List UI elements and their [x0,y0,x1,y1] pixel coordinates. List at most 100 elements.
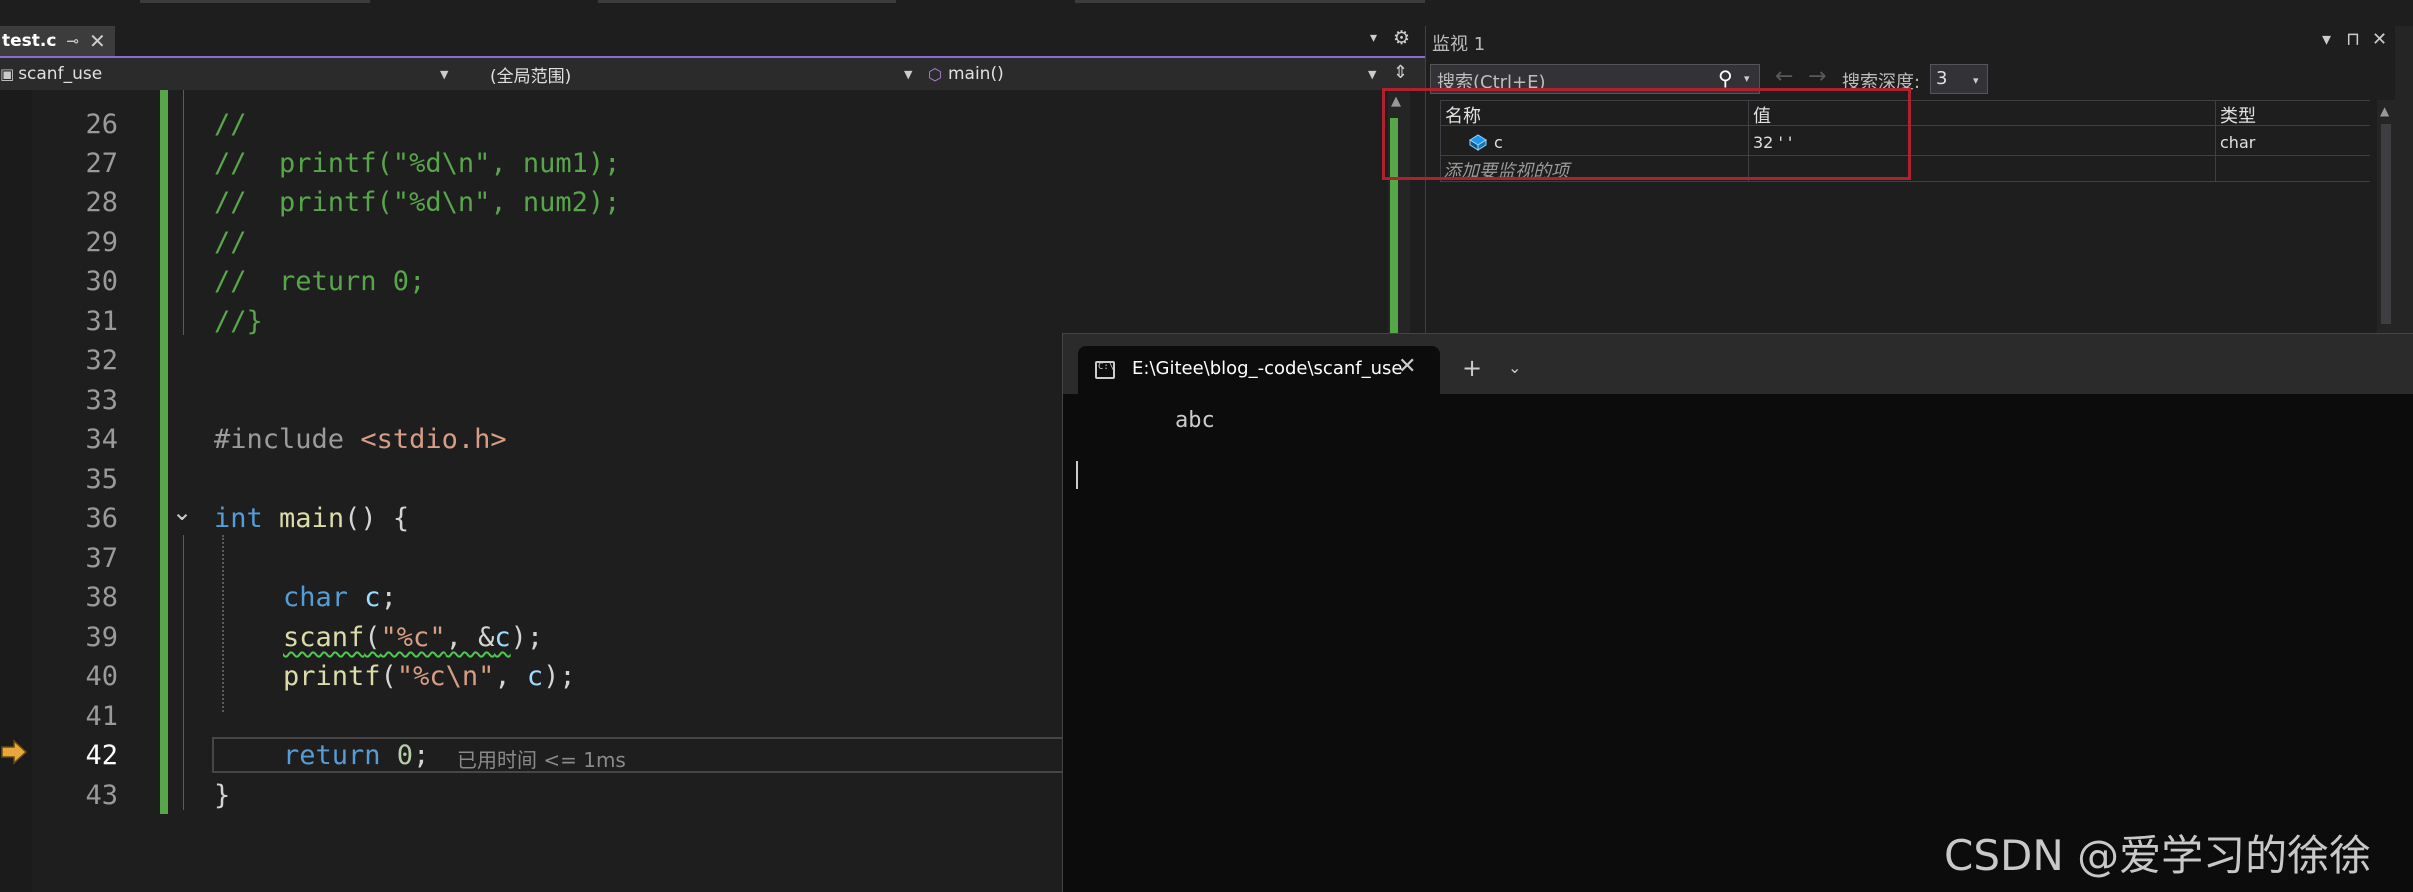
punctuation: ( [380,661,397,692]
gear-icon[interactable]: ⚙ [1393,27,1410,49]
strip-segment [1075,0,1425,3]
search-previous-icon[interactable]: ← [1775,64,1793,89]
line-number: 32 [85,345,118,376]
function-name-scanf: scanf [283,622,365,653]
column-header-type[interactable]: 类型 [2220,102,2256,128]
code-line-38: char c; [283,582,397,613]
terminal-output-line: abc [1175,408,1215,433]
line-number: 29 [85,227,118,258]
chevron-down-icon: ▼ [1368,67,1377,81]
code-line-29: // [214,227,247,258]
strip-segment [140,0,370,3]
scroll-up-icon[interactable]: ▲ [2380,104,2389,118]
chevron-down-icon: ▼ [440,67,449,81]
scrollbar-thumb[interactable] [2381,124,2391,324]
variable-c: c [526,661,544,692]
pin-icon[interactable]: ⊓ [2346,29,2360,50]
search-icon[interactable]: ⚲ [1718,66,1733,90]
preprocessor-directive: #include [214,424,361,455]
code-line-42: return 0; [283,740,429,771]
line-number: 37 [85,543,118,574]
code-line-39: scanf("%c", &c); [283,622,543,653]
line-number: 38 [85,582,118,613]
include-header: <stdio.h> [360,424,507,455]
pin-icon[interactable]: ⊸ [66,32,79,50]
line-number: 30 [85,266,118,297]
function-name-printf: printf [283,661,381,692]
change-tracking-bar [160,90,168,814]
execution-pointer-arrow-icon [1,739,28,765]
line-number: 27 [85,148,118,179]
number-literal: 0 [380,740,414,771]
chevron-down-icon: ▾ [1973,74,1979,87]
console-icon: C:\ [1095,361,1115,379]
line-number: 39 [85,622,118,653]
split-view-icon[interactable]: ⇕ [1393,62,1408,83]
keyword-char: char [283,582,349,613]
line-number: 41 [85,701,118,732]
code-line-31: //} [214,306,263,337]
close-icon[interactable]: ✕ [89,29,106,53]
string-literal: "%c" [380,622,446,653]
file-tab-label: test.c [2,31,57,51]
punctuation: ; [413,740,430,771]
grid-line [1440,181,2370,182]
punctuation: , & [445,622,495,653]
strip-segment [598,0,896,3]
new-tab-icon[interactable]: + [1462,354,1482,382]
close-icon[interactable]: ✕ [2372,29,2387,50]
code-line-36: int main() { [214,503,409,534]
watch-window-edge [2395,26,2413,336]
terminal-window[interactable] [1062,333,2413,892]
code-line-26: // [214,109,247,140]
document-tab-bar [0,26,1425,58]
perf-tip-elapsed-time[interactable]: 已用时间 <= 1ms [457,744,626,773]
indent-guide [222,535,226,712]
watermark: CSDN @爱学习的徐徐 [1944,831,2372,880]
punctuation: ( [364,622,381,653]
search-options-dropdown-icon[interactable]: ▾ [1744,72,1750,85]
line-number: 28 [85,187,118,218]
punctuation: ); [510,622,544,653]
line-number: 36 [85,503,118,534]
chevron-down-icon: ▼ [904,67,913,81]
file-tab-test-c[interactable]: test.c ⊸ ✕ [0,26,115,56]
console-icon-glyph: C:\ [1098,362,1115,372]
line-number: 43 [85,780,118,811]
search-next-icon[interactable]: → [1808,64,1826,89]
close-icon[interactable]: ✕ [1398,354,1416,379]
code-line-27: // printf("%d\n", num1); [214,148,621,179]
line-number: 40 [85,661,118,692]
project-dropdown[interactable]: ▣ scanf_use ▼ [0,62,455,86]
code-line-43: } [214,780,231,811]
punctuation: () { [344,503,410,534]
keyword-int: int [214,503,263,534]
keyword-return: return [283,740,381,771]
watch-row-type: char [2220,133,2256,152]
terminal-tab-title: E:\Gitee\blog_-code\scanf_use [1132,358,1403,379]
project-dropdown-label: scanf_use [18,64,103,84]
string-literal: "%c\n" [396,661,495,692]
navigation-bar: ▣ scanf_use ▼ (全局范围) ▼ ⬡ main() ▼ [0,58,1425,91]
scope-dropdown[interactable]: (全局范围) ▼ [490,62,918,87]
tab-list-dropdown-icon[interactable]: ▾ [1370,30,1377,46]
terminal-cursor [1076,461,1078,489]
window-menu-icon[interactable]: ▾ [2322,29,2331,50]
function-dropdown-label: main() [947,64,1004,84]
code-line-40: printf("%c\n", c); [283,661,576,692]
function-dropdown[interactable]: ⬡ main() ▼ [928,62,1380,86]
line-number: 35 [85,464,118,495]
top-strip [0,0,1425,26]
chevron-down-icon[interactable]: ⌄ [1508,358,1521,377]
breakpoint-gutter[interactable] [0,90,32,892]
annotation-highlight-box [1382,88,1911,180]
fold-toggle-icon[interactable]: ⌄ [172,498,192,526]
warning-squiggle[interactable]: scanf("%c", &c [283,622,511,653]
search-depth-value: 3 [1936,68,1948,89]
punctuation: ; [380,582,397,613]
code-line-28: // printf("%d\n", num2); [214,187,621,218]
method-cube-icon: ⬡ [928,64,942,84]
function-name-main: main [279,503,345,534]
watch-window-title: 监视 1 [1432,34,1486,55]
line-number-current: 42 [85,740,118,771]
